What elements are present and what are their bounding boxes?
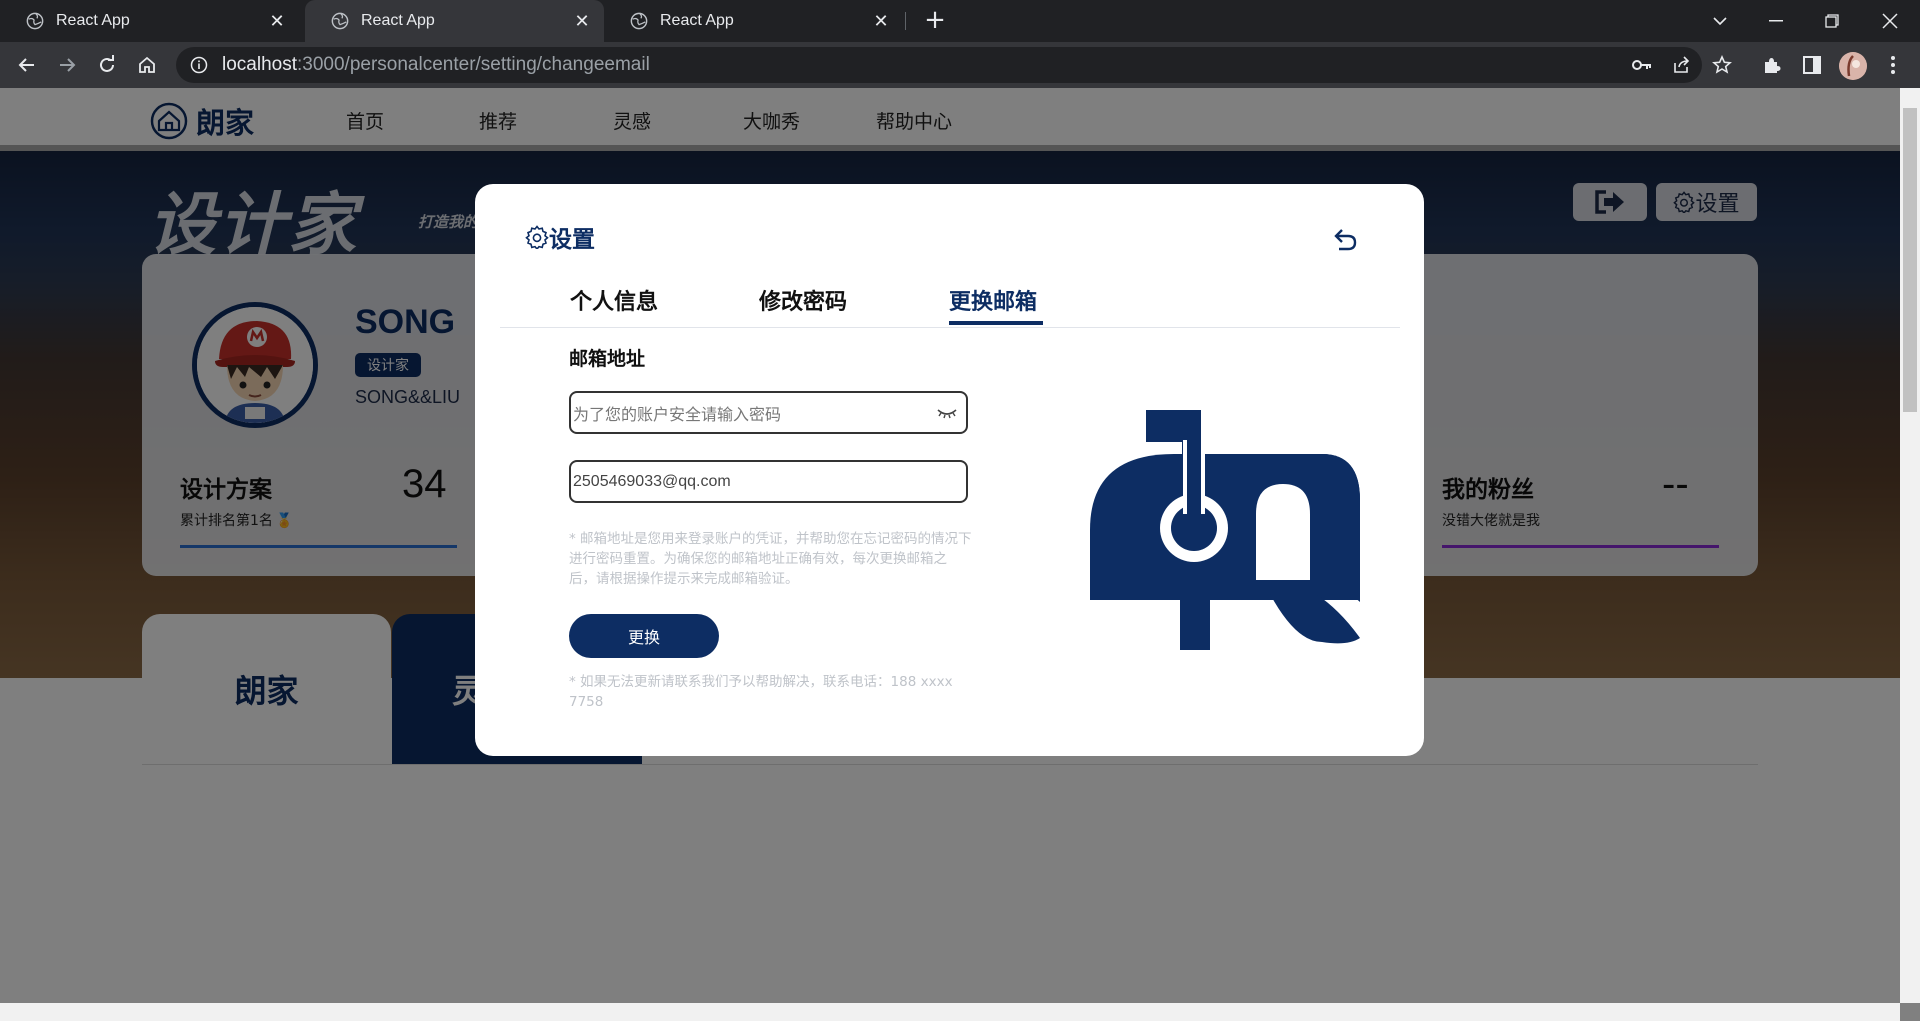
- tab-search-chevron-icon[interactable]: [1692, 0, 1748, 42]
- modal-tab-divider: [500, 327, 1400, 328]
- browser-toolbar: localhost:3000/personalcenter/setting/ch…: [0, 42, 1920, 88]
- browser-tab-2[interactable]: React App ✕: [305, 0, 604, 42]
- new-tab-button[interactable]: +: [922, 7, 948, 34]
- eye-closed-icon[interactable]: [936, 406, 958, 420]
- restore-button[interactable]: [1804, 0, 1860, 42]
- back-arrow-icon[interactable]: [12, 50, 42, 80]
- url-text: localhost:3000/personalcenter/setting/ch…: [222, 54, 650, 75]
- side-panel-icon[interactable]: [1797, 50, 1827, 80]
- undo-arrow-icon: [1334, 229, 1357, 251]
- modal-back-button[interactable]: [1329, 224, 1359, 254]
- minimize-button[interactable]: [1748, 0, 1804, 42]
- share-icon[interactable]: [1667, 50, 1697, 80]
- globe-icon: [26, 12, 44, 30]
- close-icon[interactable]: ✕: [267, 11, 287, 31]
- email-value: 2505469033@qq.com: [573, 472, 731, 490]
- browser-tab-bar: React App ✕ React App ✕ React App ✕ +: [0, 0, 1920, 42]
- home-icon[interactable]: [132, 50, 162, 80]
- extensions-puzzle-icon[interactable]: [1757, 50, 1787, 80]
- browser-tab-title: React App: [361, 12, 435, 29]
- globe-icon: [630, 12, 648, 30]
- browser-tab-3[interactable]: React App ✕: [604, 0, 903, 42]
- tab-change-email[interactable]: 更换邮箱: [949, 284, 1037, 316]
- horizontal-scrollbar: [0, 1003, 1900, 1021]
- email-help-note: * 邮箱地址是您用来登录账户的凭证，并帮助您在忘记密码的情况下进行密码重置。为确…: [569, 531, 972, 587]
- close-icon[interactable]: ✕: [572, 11, 592, 31]
- browser-tab-title: React App: [56, 12, 130, 29]
- key-icon[interactable]: [1627, 50, 1657, 80]
- address-bar[interactable]: localhost:3000/personalcenter/setting/ch…: [176, 47, 1702, 83]
- tab-change-password[interactable]: 修改密码: [759, 284, 847, 316]
- active-tab-indicator: [949, 321, 1043, 325]
- close-icon[interactable]: ✕: [871, 11, 891, 31]
- forward-arrow-icon[interactable]: [52, 50, 82, 80]
- tab-separator: [905, 12, 906, 30]
- mailbox-icon: [1090, 410, 1360, 650]
- modal-title: 设置: [525, 220, 595, 254]
- profile-avatar-icon[interactable]: [1839, 52, 1867, 80]
- email-input[interactable]: 2505469033@qq.com: [569, 460, 968, 503]
- tab-personal-info[interactable]: 个人信息: [570, 284, 658, 316]
- reload-icon[interactable]: [92, 50, 122, 80]
- info-icon[interactable]: [190, 56, 208, 74]
- star-icon[interactable]: [1707, 50, 1737, 80]
- browser-tab-title: React App: [660, 12, 734, 29]
- password-placeholder: 为了您的账户安全请输入密码: [573, 406, 782, 424]
- change-email-button[interactable]: 更换: [569, 614, 719, 658]
- scrollbar-thumb[interactable]: [1903, 108, 1917, 412]
- globe-icon: [331, 12, 349, 30]
- gear-icon: [525, 225, 549, 249]
- email-field-label: 邮箱地址: [569, 348, 646, 370]
- contact-help-note: * 如果无法更新请联系我们予以帮助解决，联系电话：188 xxxx 7758: [569, 674, 953, 710]
- modal-title-text: 设置: [549, 227, 595, 253]
- menu-kebab-icon[interactable]: [1878, 50, 1908, 80]
- password-input[interactable]: 为了您的账户安全请输入密码: [569, 391, 968, 434]
- window-close-button[interactable]: [1862, 0, 1918, 42]
- settings-modal: 设置 个人信息 修改密码 更换邮箱 邮箱地址 为了您的账户安全请输入密码 250…: [475, 184, 1424, 756]
- browser-tab-1[interactable]: React App ✕: [0, 0, 299, 42]
